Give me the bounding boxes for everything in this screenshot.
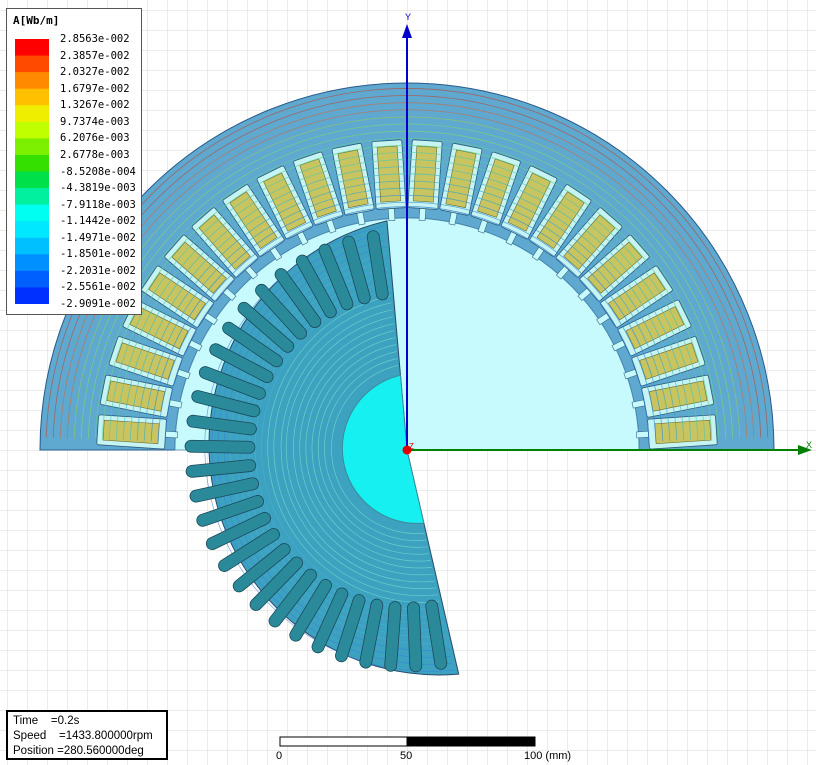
legend-value: -1.1442e-002 xyxy=(60,215,136,228)
legend-value: -2.9091e-002 xyxy=(60,298,136,310)
scale-bar xyxy=(279,736,536,747)
scale-bar-black-segment xyxy=(406,736,536,747)
legend-value: 2.8563e-002 xyxy=(60,33,130,45)
scale-label-0: 0 xyxy=(276,750,283,762)
legend-value: 1.6797e-002 xyxy=(60,82,130,95)
legend-swatch xyxy=(15,39,49,57)
legend-swatch xyxy=(15,105,49,123)
legend-value: 1.3267e-002 xyxy=(60,99,130,112)
legend-value: 9.7374e-003 xyxy=(60,115,130,128)
legend-swatch xyxy=(15,72,49,90)
legend-swatch xyxy=(15,188,49,206)
legend-value: -4.3819e-003 xyxy=(60,182,136,195)
legend-swatch xyxy=(15,88,49,106)
legend-swatch xyxy=(15,254,49,272)
legend-swatch xyxy=(15,287,49,304)
legend-swatch xyxy=(15,154,49,173)
scale-label-50: 50 xyxy=(400,750,413,762)
legend-value: -2.2031e-002 xyxy=(60,264,136,277)
info-time: Time =0.2s xyxy=(13,715,80,727)
legend-swatch xyxy=(15,270,49,289)
info-speed: Speed =1433.800000rpm xyxy=(13,730,153,742)
z-axis-label: Z xyxy=(409,442,414,451)
legend-swatch xyxy=(15,204,49,222)
legend-swatch xyxy=(15,138,49,156)
legend-value: 2.6778e-003 xyxy=(60,148,130,161)
scale-label-100: 100 (mm) xyxy=(524,750,572,762)
legend-value: -1.4971e-002 xyxy=(60,231,136,244)
info-box: Time =0.2s Speed =1433.800000rpm Positio… xyxy=(6,710,168,760)
info-position: Position =280.560000deg xyxy=(13,745,144,757)
legend-value: -7.9118e-003 xyxy=(60,198,136,211)
scale-bar-white-segment xyxy=(279,736,408,747)
legend-value: 2.3857e-002 xyxy=(60,49,130,62)
legend-value: -1.8501e-002 xyxy=(60,248,136,261)
legend-swatch xyxy=(15,237,49,255)
legend-title: A[Wb/m] xyxy=(13,14,60,27)
rotor-bar xyxy=(184,439,256,454)
legend-swatch xyxy=(15,221,49,239)
legend-color-bar xyxy=(15,39,49,304)
legend-panel[interactable]: A[Wb/m] 2.8563e-002 2.3857e-002 2.0327e-00… xyxy=(6,8,142,315)
legend-value: 6.2076e-003 xyxy=(60,132,130,145)
legend-value: -2.5561e-002 xyxy=(60,281,136,294)
y-axis-label: Y xyxy=(405,12,411,22)
legend-value: -8.5208e-004 xyxy=(60,165,136,178)
legend-swatch xyxy=(15,55,49,73)
x-axis-label: X xyxy=(806,440,812,450)
legend-swatch xyxy=(15,121,49,139)
legend-value: 2.0327e-002 xyxy=(60,66,130,79)
legend-swatch xyxy=(15,171,49,189)
rotor-bar xyxy=(407,601,423,673)
